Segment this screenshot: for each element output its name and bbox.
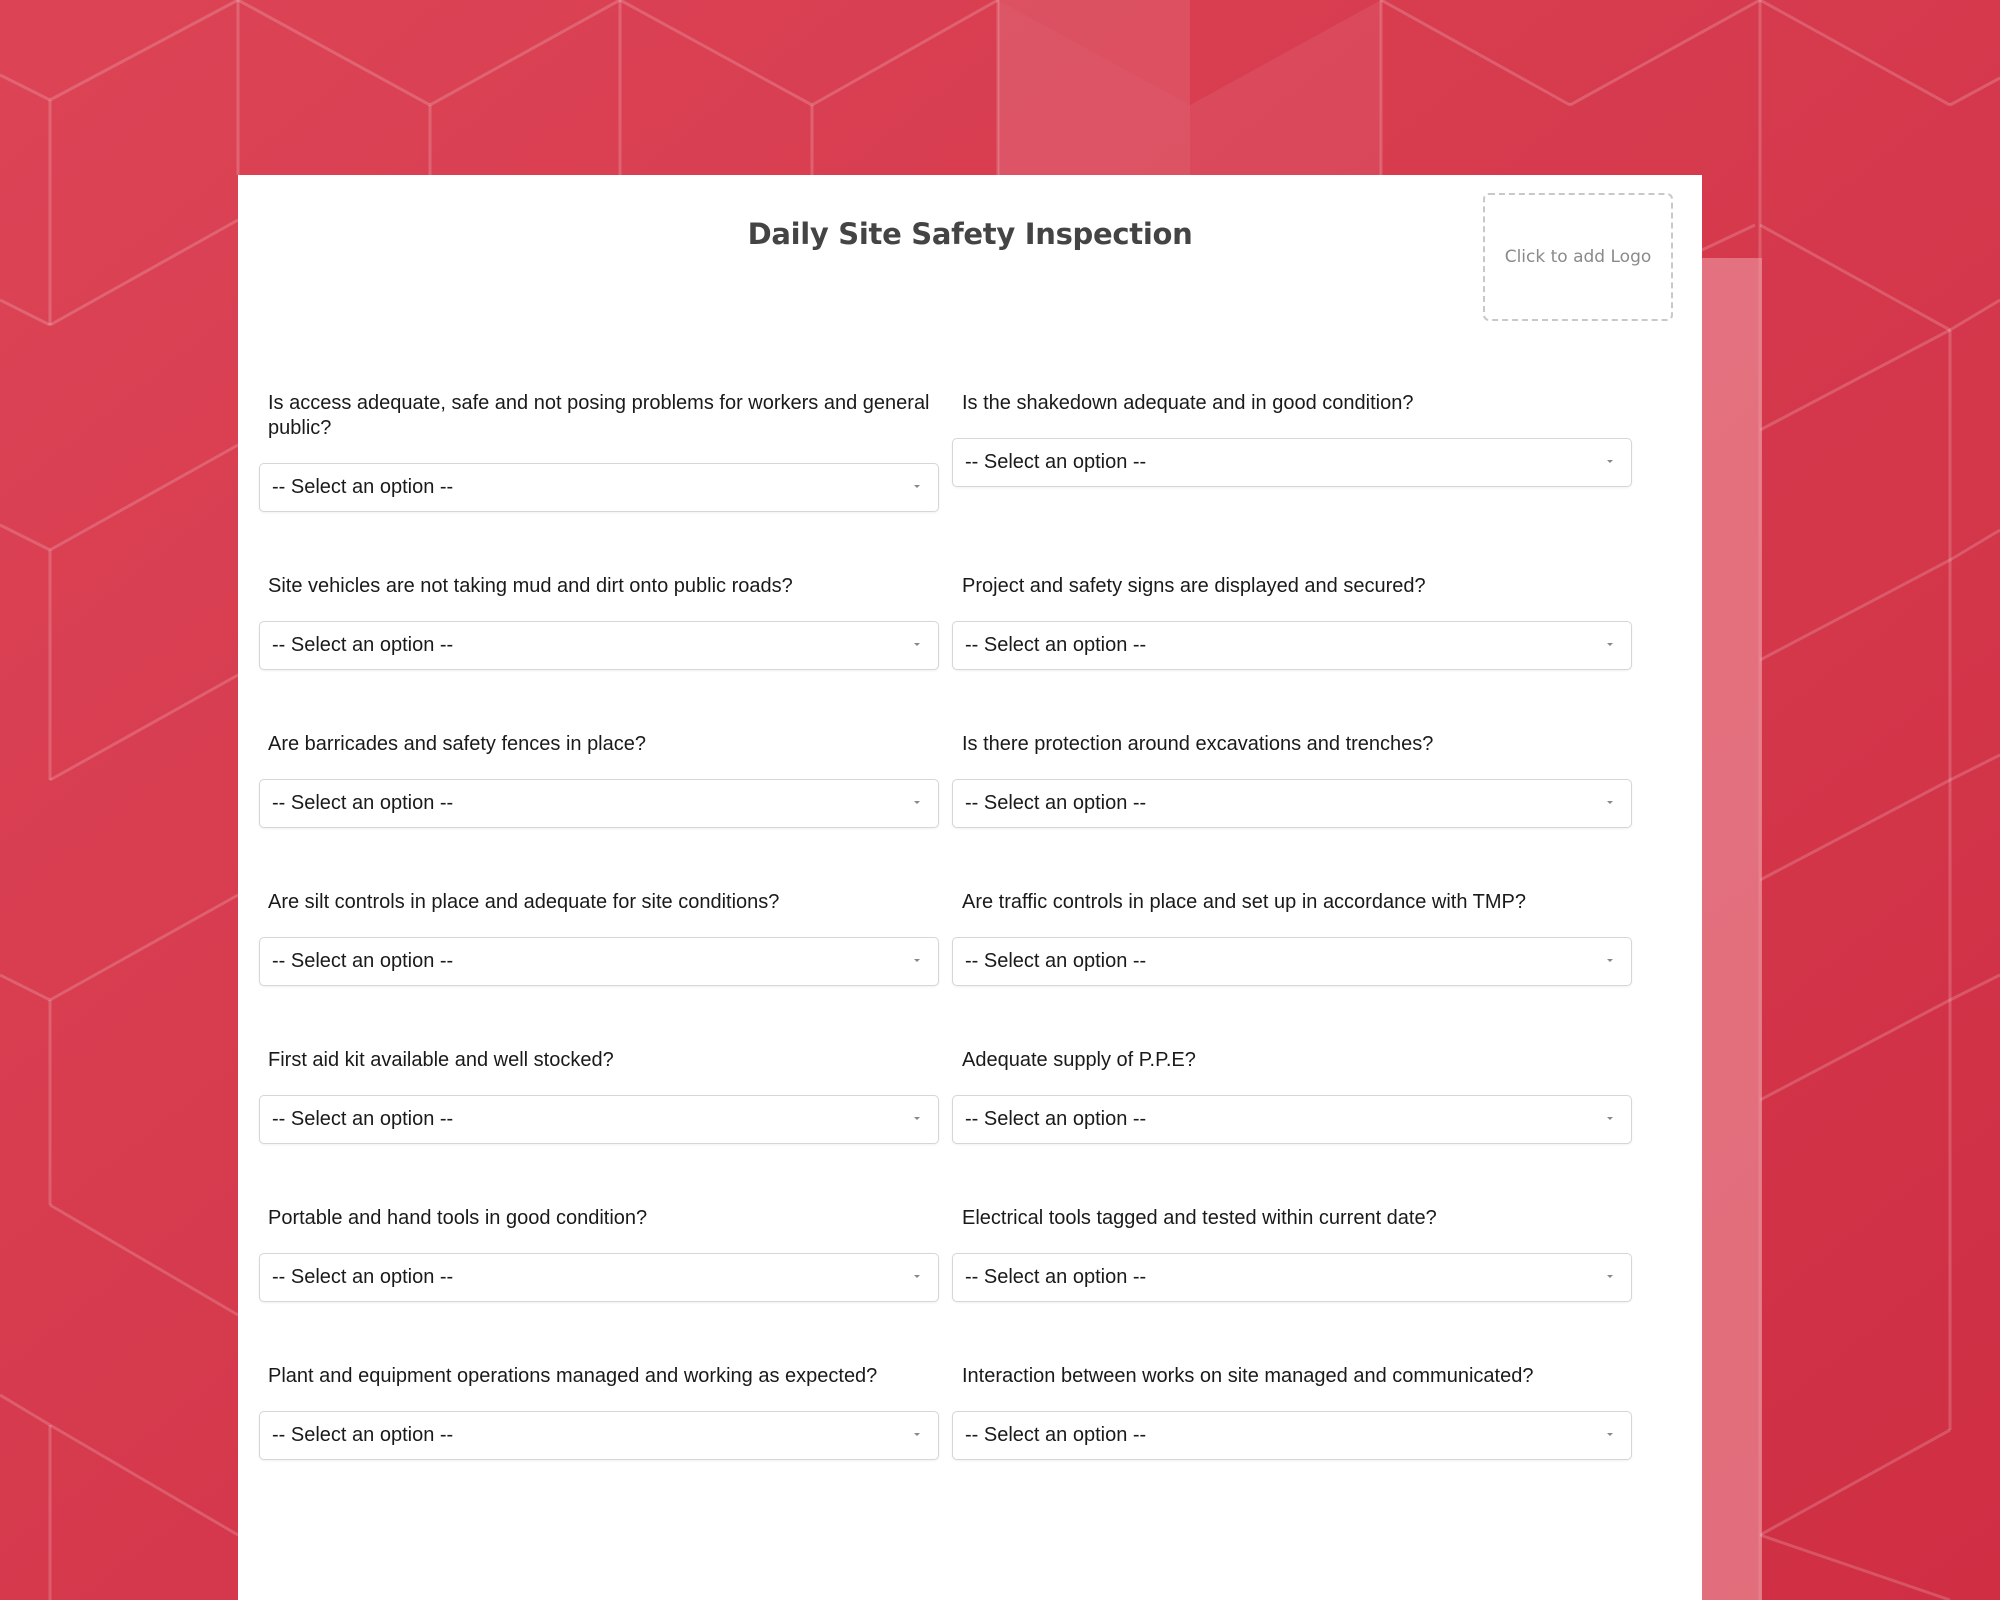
- select-value: -- Select an option --: [965, 634, 1147, 656]
- form-card: Daily Site Safety Inspection Click to ad…: [238, 175, 1702, 1600]
- question-label: Is there protection around excavations a…: [962, 733, 1434, 755]
- chevron-down-icon: [1607, 1275, 1613, 1278]
- question-label: Plant and equipment operations managed a…: [268, 1365, 878, 1387]
- chevron-down-icon: [914, 643, 920, 646]
- answer-select[interactable]: -- Select an option --: [952, 438, 1632, 487]
- chevron-down-icon: [1607, 643, 1613, 646]
- select-value: -- Select an option --: [272, 634, 454, 656]
- answer-select[interactable]: -- Select an option --: [259, 1095, 939, 1144]
- question-label: Portable and hand tools in good conditio…: [268, 1207, 648, 1229]
- chevron-down-icon: [1607, 1433, 1613, 1436]
- answer-select[interactable]: -- Select an option --: [952, 1095, 1632, 1144]
- select-value: -- Select an option --: [272, 1266, 454, 1288]
- question-label: Project and safety signs are displayed a…: [962, 575, 1426, 597]
- question-label: Electrical tools tagged and tested withi…: [962, 1207, 1437, 1229]
- select-value: -- Select an option --: [965, 950, 1147, 972]
- select-value: -- Select an option --: [965, 451, 1147, 473]
- chevron-down-icon: [914, 485, 920, 488]
- question-label: Interaction between works on site manage…: [962, 1365, 1534, 1387]
- answer-select[interactable]: -- Select an option --: [952, 1411, 1632, 1460]
- select-value: -- Select an option --: [965, 1266, 1147, 1288]
- question-label: Is the shakedown adequate and in good co…: [962, 392, 1414, 414]
- answer-select[interactable]: -- Select an option --: [952, 621, 1632, 670]
- answer-select[interactable]: -- Select an option --: [259, 463, 939, 512]
- answer-select[interactable]: -- Select an option --: [259, 621, 939, 670]
- question-label: Adequate supply of P.P.E?: [962, 1049, 1196, 1071]
- chevron-down-icon: [1607, 801, 1613, 804]
- chevron-down-icon: [914, 959, 920, 962]
- chevron-down-icon: [1607, 959, 1613, 962]
- answer-select[interactable]: -- Select an option --: [952, 779, 1632, 828]
- chevron-down-icon: [914, 1433, 920, 1436]
- chevron-down-icon: [914, 1117, 920, 1120]
- select-value: -- Select an option --: [272, 1424, 454, 1446]
- select-value: -- Select an option --: [272, 792, 454, 814]
- question-label: Are barricades and safety fences in plac…: [268, 733, 646, 755]
- chevron-down-icon: [914, 801, 920, 804]
- answer-select[interactable]: -- Select an option --: [952, 937, 1632, 986]
- answer-select[interactable]: -- Select an option --: [259, 937, 939, 986]
- background-side-panel: [1702, 258, 1762, 1600]
- add-logo-button[interactable]: Click to add Logo: [1483, 193, 1673, 321]
- chevron-down-icon: [1607, 460, 1613, 463]
- select-value: -- Select an option --: [965, 1108, 1147, 1130]
- chevron-down-icon: [1607, 1117, 1613, 1120]
- question-label: First aid kit available and well stocked…: [268, 1049, 614, 1071]
- select-value: -- Select an option --: [272, 950, 454, 972]
- select-value: -- Select an option --: [965, 1424, 1147, 1446]
- select-value: -- Select an option --: [272, 1108, 454, 1130]
- question-label: Site vehicles are not taking mud and dir…: [268, 575, 793, 597]
- chevron-down-icon: [914, 1275, 920, 1278]
- answer-select[interactable]: -- Select an option --: [952, 1253, 1632, 1302]
- question-label: Are traffic controls in place and set up…: [962, 891, 1526, 913]
- answer-select[interactable]: -- Select an option --: [259, 779, 939, 828]
- question-label: Are silt controls in place and adequate …: [268, 891, 780, 913]
- question-label: Is access adequate, safe and not posing …: [268, 392, 930, 439]
- answer-select[interactable]: -- Select an option --: [259, 1411, 939, 1460]
- select-value: -- Select an option --: [272, 476, 454, 498]
- select-value: -- Select an option --: [965, 792, 1147, 814]
- answer-select[interactable]: -- Select an option --: [259, 1253, 939, 1302]
- add-logo-label: Click to add Logo: [1504, 247, 1652, 267]
